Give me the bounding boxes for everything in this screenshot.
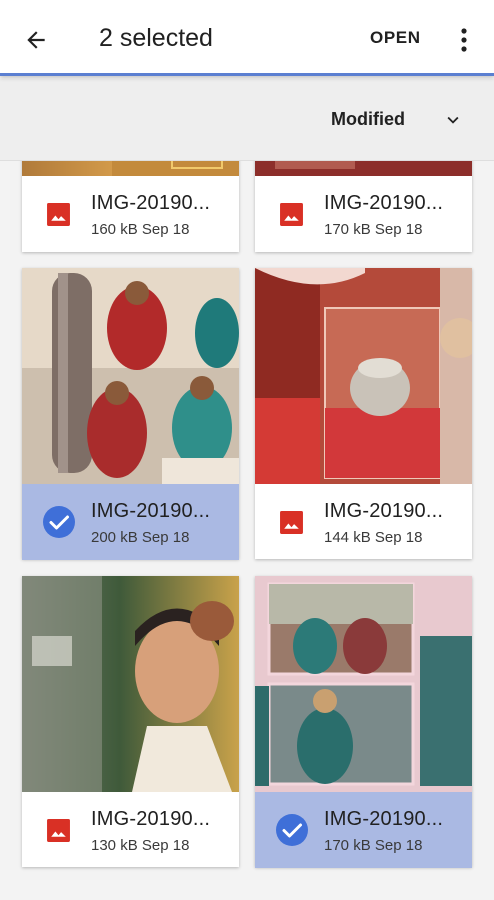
file-card[interactable]: IMG-20190... 160 kB Sep 18 bbox=[22, 161, 239, 252]
image-thumbnail bbox=[255, 268, 472, 484]
file-card[interactable]: IMG-20190... 144 kB Sep 18 bbox=[255, 268, 472, 559]
file-name: IMG-20190... bbox=[324, 500, 444, 522]
file-name: IMG-20190... bbox=[91, 808, 211, 830]
file-card[interactable]: IMG-20190... 170 kB Sep 18 bbox=[255, 576, 472, 868]
file-name: IMG-20190... bbox=[324, 808, 444, 830]
file-info: IMG-20190... 200 kB Sep 18 bbox=[22, 484, 239, 560]
file-card[interactable]: IMG-20190... 170 kB Sep 18 bbox=[255, 161, 472, 252]
file-size: 170 kB bbox=[324, 837, 371, 854]
image-thumbnail bbox=[255, 576, 472, 792]
file-size: 144 kB bbox=[324, 529, 371, 546]
sort-bar: Modified bbox=[0, 79, 494, 161]
sort-dropdown-button[interactable] bbox=[440, 107, 466, 133]
file-details: 130 kB Sep 18 bbox=[91, 837, 189, 854]
file-info: IMG-20190... 170 kB Sep 18 bbox=[255, 176, 472, 252]
open-button[interactable]: OPEN bbox=[370, 28, 421, 54]
file-date: Sep 18 bbox=[374, 529, 423, 546]
arrow-back-icon bbox=[27, 31, 45, 49]
file-details: 170 kB Sep 18 bbox=[324, 837, 422, 854]
file-date: Sep 18 bbox=[374, 837, 423, 854]
file-name: IMG-20190... bbox=[91, 192, 211, 214]
top-app-bar: 2 selected OPEN bbox=[0, 0, 494, 76]
more-options-button[interactable] bbox=[448, 20, 480, 60]
file-details: 170 kB Sep 18 bbox=[324, 221, 422, 238]
check-circle-icon bbox=[276, 814, 308, 846]
file-name: IMG-20190... bbox=[324, 192, 444, 214]
file-info: IMG-20190... 160 kB Sep 18 bbox=[22, 176, 239, 252]
file-details: 160 kB Sep 18 bbox=[91, 221, 189, 238]
file-info: IMG-20190... 170 kB Sep 18 bbox=[255, 792, 472, 868]
file-size: 130 kB bbox=[91, 837, 138, 854]
file-date: Sep 18 bbox=[374, 221, 423, 238]
image-thumbnail bbox=[22, 161, 239, 176]
file-card[interactable]: IMG-20190... 130 kB Sep 18 bbox=[22, 576, 239, 867]
selection-count-title: 2 selected bbox=[99, 24, 213, 52]
file-date: Sep 18 bbox=[141, 837, 190, 854]
file-date: Sep 18 bbox=[141, 221, 190, 238]
file-details: 200 kB Sep 18 bbox=[91, 529, 189, 546]
file-size: 170 kB bbox=[324, 221, 371, 238]
sort-label[interactable]: Modified bbox=[331, 109, 405, 130]
image-thumbnail bbox=[22, 576, 239, 792]
image-file-icon bbox=[280, 511, 303, 534]
check-circle-icon bbox=[43, 506, 75, 538]
back-button[interactable] bbox=[16, 20, 56, 60]
file-date: Sep 18 bbox=[141, 529, 190, 546]
image-file-icon bbox=[280, 203, 303, 226]
more-vert-icon bbox=[461, 28, 467, 52]
file-name: IMG-20190... bbox=[91, 500, 211, 522]
file-details: 144 kB Sep 18 bbox=[324, 529, 422, 546]
file-card[interactable]: IMG-20190... 200 kB Sep 18 bbox=[22, 268, 239, 560]
image-thumbnail bbox=[255, 161, 472, 176]
image-thumbnail bbox=[22, 268, 239, 484]
file-size: 200 kB bbox=[91, 529, 138, 546]
file-size: 160 kB bbox=[91, 221, 138, 238]
image-file-icon bbox=[47, 203, 70, 226]
chevron-down-icon bbox=[447, 116, 459, 124]
file-grid: IMG-20190... 160 kB Sep 18 IMG-20190... … bbox=[0, 161, 494, 900]
bottom-edge bbox=[0, 890, 494, 900]
file-info: IMG-20190... 130 kB Sep 18 bbox=[22, 792, 239, 868]
image-file-icon bbox=[47, 819, 70, 842]
file-info: IMG-20190... 144 kB Sep 18 bbox=[255, 484, 472, 560]
